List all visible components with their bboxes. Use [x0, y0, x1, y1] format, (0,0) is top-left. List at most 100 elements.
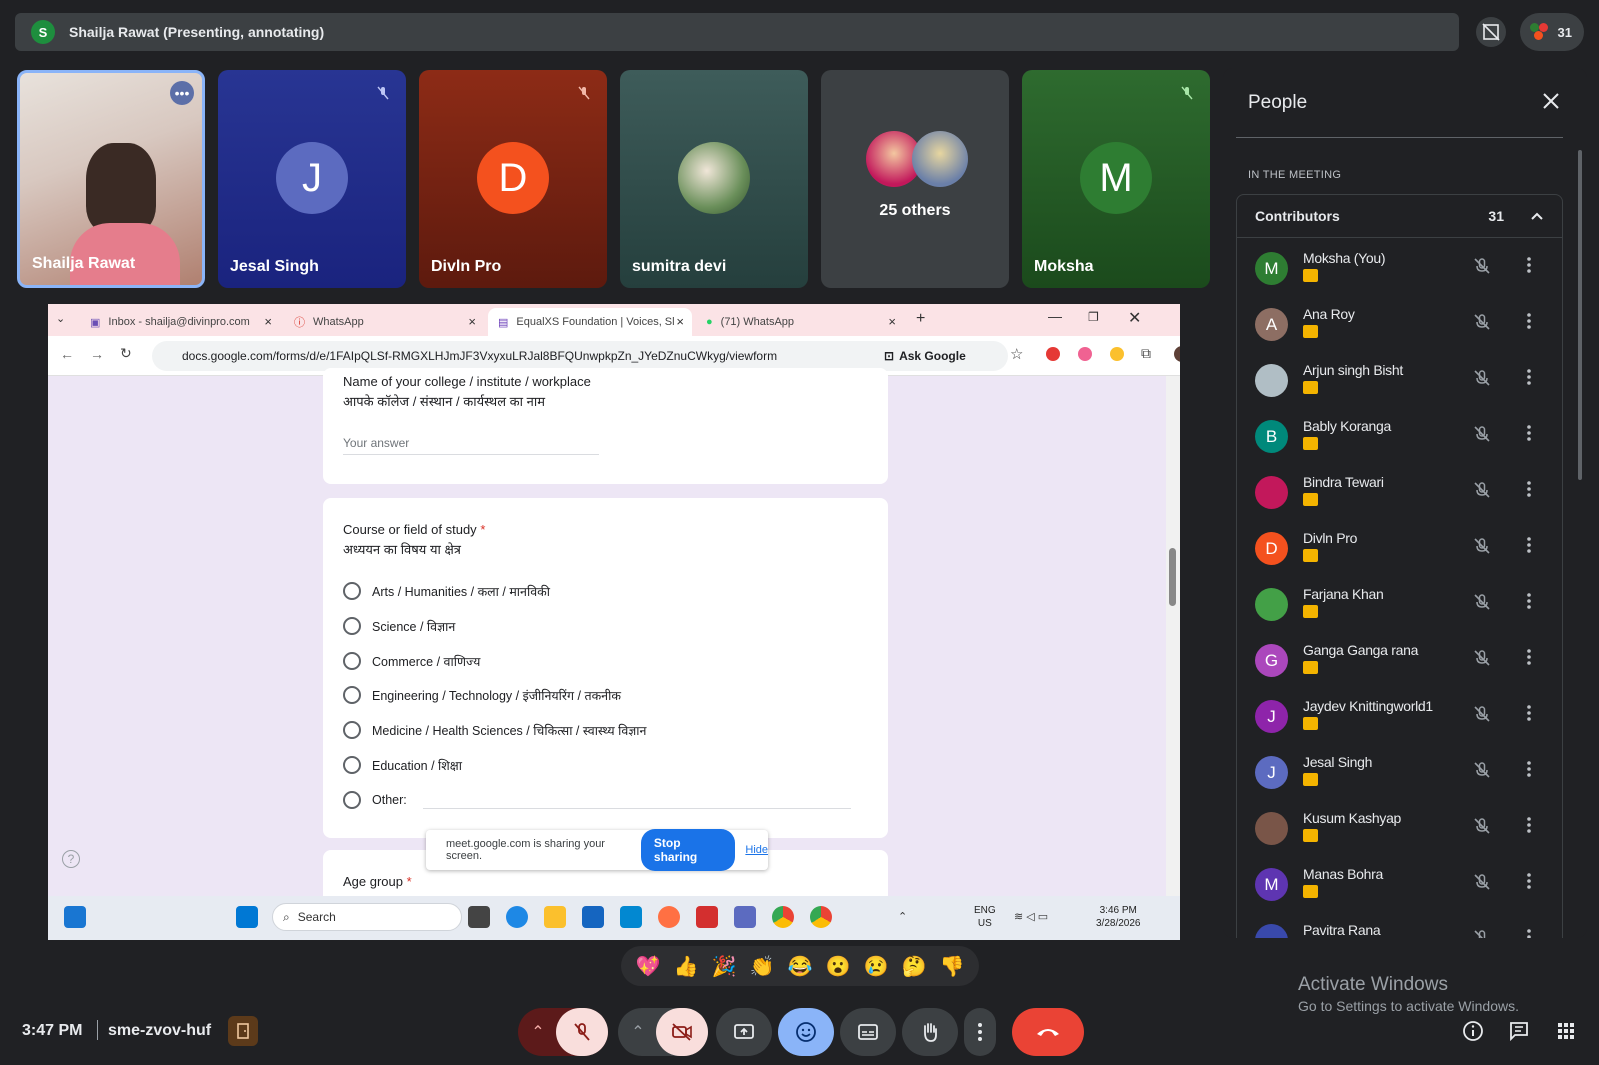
tab-whatsapp[interactable]: ⓘ WhatsApp ×: [284, 308, 484, 336]
tile-sumitra[interactable]: sumitra devi: [620, 70, 808, 288]
muted-mic-icon[interactable]: [1473, 481, 1491, 504]
task-view-icon[interactable]: [468, 906, 490, 928]
more-vert-icon[interactable]: [1526, 312, 1532, 335]
muted-mic-icon[interactable]: [1473, 929, 1491, 938]
muted-mic-icon[interactable]: [1473, 873, 1491, 896]
taskbar-clock[interactable]: 3:46 PM 3/28/2026: [1096, 904, 1141, 930]
muted-mic-icon[interactable]: [1473, 817, 1491, 840]
tab-forms[interactable]: ▤ EqualXS Foundation | Voices, Sl ×: [488, 308, 692, 336]
hide-link[interactable]: Hide: [745, 844, 768, 856]
reaction-emoji[interactable]: 👎: [940, 954, 965, 979]
tab-inbox[interactable]: ▣ Inbox - shailja@divinpro.com ×: [80, 308, 280, 336]
reactions-button[interactable]: [778, 1008, 834, 1056]
other-input[interactable]: [423, 808, 851, 809]
language-indicator[interactable]: ENG US: [974, 904, 996, 930]
reaction-emoji[interactable]: 🤔: [902, 954, 927, 979]
more-vert-icon[interactable]: [1526, 536, 1532, 559]
extension-icon[interactable]: [1110, 347, 1124, 361]
meeting-info-button[interactable]: [1458, 1016, 1488, 1046]
restore-icon[interactable]: ❐: [1088, 310, 1099, 324]
chat-button[interactable]: [1504, 1016, 1534, 1046]
participant-row[interactable]: M Moksha (You): [1237, 238, 1562, 294]
present-button[interactable]: [716, 1008, 772, 1056]
chrome-icon[interactable]: [810, 906, 832, 928]
participant-row[interactable]: Kusum Kashyap: [1237, 798, 1562, 854]
tile-divln[interactable]: D Divln Pro: [419, 70, 607, 288]
muted-mic-icon[interactable]: [1473, 369, 1491, 392]
participant-row[interactable]: Arjun singh Bisht: [1237, 350, 1562, 406]
reaction-emoji[interactable]: 😂: [788, 954, 813, 979]
option-arts[interactable]: Arts / Humanities / कला / मानविकी: [343, 582, 550, 600]
store-icon[interactable]: [582, 906, 604, 928]
wps-icon[interactable]: [696, 906, 718, 928]
page-scrollbar[interactable]: [1166, 376, 1180, 896]
more-vert-icon[interactable]: [1526, 704, 1532, 727]
raise-hand-button[interactable]: [902, 1008, 958, 1056]
participant-row[interactable]: Farjana Khan: [1237, 574, 1562, 630]
reaction-emoji[interactable]: 😢: [864, 954, 889, 979]
firefox-icon[interactable]: [658, 906, 680, 928]
muted-mic-icon[interactable]: [1473, 705, 1491, 728]
outlook-icon[interactable]: [620, 906, 642, 928]
captions-button[interactable]: [840, 1008, 896, 1056]
participant-row[interactable]: Pavitra Rana: [1237, 910, 1562, 938]
minimize-icon[interactable]: —: [1048, 308, 1062, 324]
activities-button[interactable]: [1551, 1016, 1581, 1046]
radio-button[interactable]: [343, 582, 361, 600]
reload-icon[interactable]: ↻: [120, 345, 132, 362]
url-field[interactable]: docs.google.com/forms/d/e/1FAIpQLSf-RMGX…: [152, 341, 1008, 371]
network-volume-battery-icon[interactable]: ≋ ◁ ▭: [1014, 910, 1048, 923]
more-vert-icon[interactable]: [1526, 424, 1532, 447]
participants-count-chip[interactable]: 31: [1520, 13, 1584, 51]
edge-icon[interactable]: [506, 906, 528, 928]
tab-search-chevron-icon[interactable]: ⌄: [56, 312, 65, 325]
forward-icon[interactable]: →: [90, 346, 104, 362]
muted-mic-icon[interactable]: [1473, 649, 1491, 672]
more-vert-icon[interactable]: [1526, 256, 1532, 279]
tile-jesal[interactable]: J Jesal Singh: [218, 70, 406, 288]
tile-others[interactable]: 25 others: [821, 70, 1009, 288]
more-vert-icon[interactable]: [1526, 760, 1532, 783]
mic-button[interactable]: [556, 1008, 608, 1056]
back-icon[interactable]: ←: [60, 346, 74, 362]
contributors-header[interactable]: Contributors 31: [1236, 194, 1563, 238]
leave-call-button[interactable]: [1012, 1008, 1084, 1056]
reaction-emoji[interactable]: 👏: [750, 954, 775, 979]
more-vert-icon[interactable]: [1526, 872, 1532, 895]
camera-options-chevron-icon[interactable]: ⌃: [618, 1008, 658, 1056]
close-tab-icon[interactable]: ×: [888, 314, 896, 329]
tab-whatsapp-2[interactable]: ● (71) WhatsApp ×: [696, 308, 904, 336]
extension-icon[interactable]: [1046, 347, 1060, 361]
teams-icon[interactable]: [734, 906, 756, 928]
radio-button[interactable]: [343, 756, 361, 774]
start-icon[interactable]: [236, 906, 258, 928]
option-education[interactable]: Education / शिक्षा: [343, 756, 462, 774]
more-vert-icon[interactable]: [1526, 928, 1532, 938]
stop-sharing-button[interactable]: Stop sharing: [640, 829, 736, 871]
muted-mic-icon[interactable]: [1473, 593, 1491, 616]
close-people-button[interactable]: [1538, 88, 1564, 114]
reaction-emoji[interactable]: 😮: [826, 954, 851, 979]
presenter-bar[interactable]: S Shailja Rawat (Presenting, annotating): [15, 13, 1459, 51]
muted-mic-icon[interactable]: [1473, 313, 1491, 336]
participant-row[interactable]: J Jesal Singh: [1237, 742, 1562, 798]
taskbar-search[interactable]: ⌕ Search: [272, 903, 462, 931]
participant-row[interactable]: J Jaydev Knittingworld1: [1237, 686, 1562, 742]
reaction-emoji[interactable]: 👍: [674, 954, 699, 979]
close-tab-icon[interactable]: ×: [676, 314, 684, 329]
hide-tiles-button[interactable]: [1476, 17, 1506, 47]
tile-moksha[interactable]: M Moksha: [1022, 70, 1210, 288]
muted-mic-icon[interactable]: [1473, 761, 1491, 784]
option-medicine[interactable]: Medicine / Health Sciences / चिकित्सा / …: [343, 721, 646, 739]
more-vert-icon[interactable]: [1526, 816, 1532, 839]
close-tab-icon[interactable]: ×: [264, 314, 272, 329]
help-icon[interactable]: ?: [62, 850, 80, 868]
scrollbar-thumb[interactable]: [1169, 548, 1176, 606]
extensions-puzzle-icon[interactable]: ⧉: [1141, 345, 1151, 362]
participant-row[interactable]: M Manas Bohra: [1237, 854, 1562, 910]
ask-google-button[interactable]: ⊡ Ask Google: [884, 341, 966, 371]
close-window-icon[interactable]: ✕: [1128, 308, 1141, 328]
radio-button[interactable]: [343, 721, 361, 739]
profile-avatar[interactable]: [1174, 346, 1180, 362]
tile-shailja[interactable]: ••• Shailja Rawat: [17, 70, 205, 288]
